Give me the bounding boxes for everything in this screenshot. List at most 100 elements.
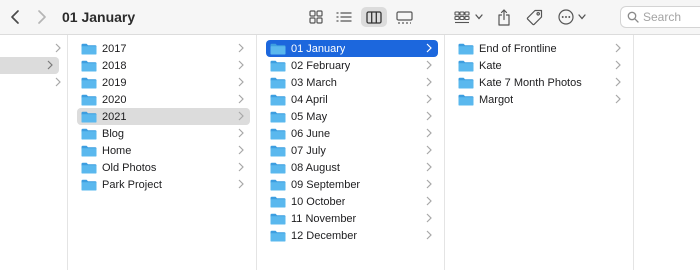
folder-row[interactable]: Blog xyxy=(77,125,250,142)
chevron-right-icon xyxy=(47,60,53,70)
folder-row[interactable]: 09 September xyxy=(266,176,438,193)
group-button[interactable] xyxy=(451,0,485,34)
folder-row[interactable]: 10 October xyxy=(266,193,438,210)
folder-row[interactable]: Kate 7 Month Photos xyxy=(454,74,627,91)
folder-label: 07 July xyxy=(291,144,326,157)
folder-row[interactable]: 02 February xyxy=(266,57,438,74)
column-years: 2017 2018 2019 2020 2021 Blog Home Old Photos Pa… xyxy=(69,35,257,270)
list-view-icon xyxy=(336,12,352,22)
folder-icon xyxy=(81,60,97,72)
chevron-right-icon xyxy=(238,111,244,121)
column-january: End of Frontline Kate Kate 7 Month Photos M… xyxy=(446,35,634,270)
folder-row[interactable]: 11 November xyxy=(266,210,438,227)
chevron-right-icon xyxy=(238,94,244,104)
folder-row[interactable]: 12 December xyxy=(266,227,438,244)
folder-label: 12 December xyxy=(291,229,358,242)
folder-icon xyxy=(81,43,97,55)
folder-icon xyxy=(270,179,286,191)
gallery-view-button[interactable] xyxy=(390,0,418,34)
chevron-right-icon xyxy=(426,179,432,189)
folder-label: Kate xyxy=(479,59,502,72)
folder-row[interactable]: 06 June xyxy=(266,125,438,142)
share-icon xyxy=(498,8,510,26)
search-input[interactable] xyxy=(643,10,700,24)
folder-row[interactable]: Old Photos xyxy=(77,159,250,176)
column-view-button[interactable] xyxy=(360,0,388,34)
window-title: 01 January xyxy=(62,9,136,25)
folder-label: Park Project xyxy=(102,178,162,191)
folder-row[interactable]: Kate xyxy=(454,57,627,74)
folder-label: 2021 xyxy=(102,110,127,123)
folder-icon xyxy=(81,128,97,140)
folder-icon xyxy=(81,145,97,157)
folder-row[interactable]: 03 March xyxy=(266,74,438,91)
tag-icon xyxy=(526,9,542,25)
chevron-down-icon xyxy=(578,14,586,20)
folder-row[interactable]: 04 April xyxy=(266,91,438,108)
folder-row[interactable]: 07 July xyxy=(266,142,438,159)
chevron-right-icon xyxy=(426,196,432,206)
search-field[interactable] xyxy=(620,6,700,28)
back-button[interactable] xyxy=(4,0,26,34)
folder-icon xyxy=(270,230,286,242)
column-parent xyxy=(0,35,68,270)
list-view-button[interactable] xyxy=(330,0,358,34)
folder-label: 03 March xyxy=(291,76,337,89)
folder-icon xyxy=(270,43,286,55)
folder-row[interactable]: 2017 xyxy=(77,40,250,57)
folder-icon xyxy=(458,60,474,72)
folder-label: 05 May xyxy=(291,110,328,123)
folder-icon xyxy=(270,111,286,123)
more-actions-icon xyxy=(558,9,574,25)
folder-label: 09 September xyxy=(291,178,361,191)
forward-button[interactable] xyxy=(31,0,53,34)
chevron-right-icon xyxy=(238,145,244,155)
folder-icon xyxy=(270,196,286,208)
folder-label: Blog xyxy=(102,127,125,140)
folder-icon xyxy=(270,145,286,157)
folder-icon xyxy=(270,94,286,106)
chevron-right-icon xyxy=(615,43,621,53)
folder-row[interactable]: 08 August xyxy=(266,159,438,176)
toolbar: 01 January xyxy=(0,0,700,35)
tag-button[interactable] xyxy=(523,0,545,34)
share-button[interactable] xyxy=(494,0,514,34)
folder-label: 2020 xyxy=(102,93,127,106)
column-empty xyxy=(635,35,700,270)
chevron-right-icon xyxy=(55,77,61,87)
folder-label: 01 January xyxy=(291,42,346,55)
chevron-right-icon xyxy=(426,162,432,172)
folder-row[interactable]: End of Frontline xyxy=(454,40,627,57)
chevron-down-icon xyxy=(474,14,483,20)
folder-icon xyxy=(81,162,97,174)
folder-row[interactable]: 2021 xyxy=(77,108,250,125)
folder-row[interactable]: Home xyxy=(77,142,250,159)
folder-row[interactable]: 2020 xyxy=(77,91,250,108)
list-item[interactable] xyxy=(0,74,67,91)
folder-label: Margot xyxy=(479,93,514,106)
more-actions-button[interactable] xyxy=(556,0,588,34)
folder-icon xyxy=(270,128,286,140)
chevron-right-icon xyxy=(615,60,621,70)
list-item[interactable] xyxy=(0,40,67,57)
chevron-right-icon xyxy=(426,94,432,104)
gallery-view-icon xyxy=(395,10,413,24)
chevron-right-icon xyxy=(238,43,244,53)
folder-row[interactable]: 2018 xyxy=(77,57,250,74)
folder-icon xyxy=(270,60,286,72)
icon-view-button[interactable] xyxy=(302,0,330,34)
chevron-right-icon xyxy=(426,230,432,240)
folder-row[interactable]: 05 May xyxy=(266,108,438,125)
back-chevron-icon xyxy=(11,10,19,24)
folder-row[interactable]: Margot xyxy=(454,91,627,108)
folder-icon xyxy=(458,94,474,106)
chevron-right-icon xyxy=(426,43,432,53)
folder-label: 02 February xyxy=(291,59,351,72)
forward-chevron-icon xyxy=(38,10,46,24)
chevron-right-icon xyxy=(238,128,244,138)
folder-row[interactable]: 2019 xyxy=(77,74,250,91)
list-item[interactable] xyxy=(0,57,59,74)
folder-row[interactable]: Park Project xyxy=(77,176,250,193)
icon-view-icon xyxy=(309,10,323,24)
folder-row[interactable]: 01 January xyxy=(266,40,438,57)
